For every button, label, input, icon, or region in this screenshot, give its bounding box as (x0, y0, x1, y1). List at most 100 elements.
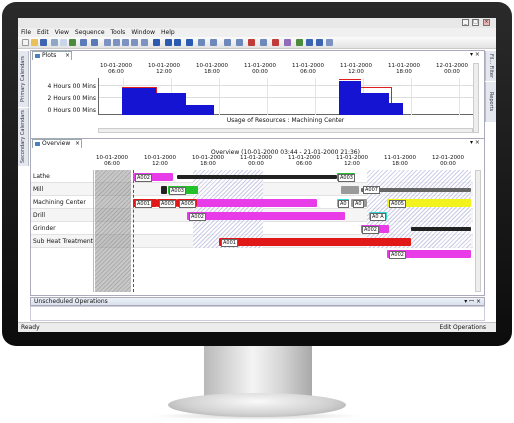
close-plots-icon[interactable]: × (65, 52, 70, 60)
overview-timeline: 10-01-2000 06:00 10-01-2000 12:00 10-01-20… (94, 155, 469, 169)
title-bar: _ □ × (18, 18, 496, 28)
hatched-period (193, 170, 263, 248)
chart-icon[interactable] (186, 39, 193, 46)
app-window: _ □ × File Edit View Sequence Tools Wind… (18, 18, 496, 332)
resource-label-mill[interactable]: Mill (33, 186, 43, 193)
operation-bar[interactable] (161, 186, 167, 194)
report-icon[interactable] (316, 39, 323, 46)
capacity-line (339, 79, 361, 80)
unscheduled-list (30, 306, 485, 321)
overview-tick: 11-01-2000 00:00 (240, 155, 272, 167)
unscheduled-operations-panel[interactable]: Unscheduled Operations ▾ ꟷ × (30, 297, 485, 306)
status-bar: Ready Edit Operations (18, 322, 496, 332)
list-icon[interactable] (131, 39, 138, 46)
gantt-icon[interactable] (248, 39, 255, 46)
hatched-period (367, 170, 471, 248)
plots-tick: 10-01-2000 12:00 (148, 63, 180, 75)
usage-bar (339, 81, 361, 115)
redo-icon[interactable] (91, 39, 98, 46)
overview-vertical-scrollbar[interactable] (475, 170, 481, 292)
overview-icon (35, 142, 40, 146)
menu-tools[interactable]: Tools (111, 29, 126, 36)
toolbar (18, 37, 496, 49)
resource-label-machining-center[interactable]: Machining Center (33, 199, 86, 206)
binoculars-icon[interactable] (153, 39, 160, 46)
secondary-calendars-tab[interactable]: Secondary Calendars (18, 108, 29, 166)
sort-icon[interactable] (224, 39, 231, 46)
arrange-icon[interactable] (198, 39, 205, 46)
loop-icon[interactable] (284, 39, 291, 46)
new-icon[interactable] (22, 39, 29, 46)
primary-calendars-tab[interactable]: Primary Calendars (18, 51, 29, 107)
arrows-horizontal-icon[interactable] (210, 39, 217, 46)
plot-icon (35, 54, 40, 58)
non-working-region (95, 170, 131, 292)
plot-y-label: 0 Hours 00 Mins (47, 107, 96, 114)
menu-view[interactable]: View (55, 29, 69, 36)
operation-bar[interactable] (197, 199, 317, 207)
menu-file[interactable]: File (21, 29, 31, 36)
maximize-button[interactable]: □ (472, 19, 479, 26)
operation-label: A007 (363, 186, 380, 194)
operation-label: A005 (179, 200, 196, 208)
overview-tick: 12-01-2000 00:00 (432, 155, 464, 167)
undo-icon[interactable] (80, 39, 87, 46)
tab-overview[interactable]: Overview × (32, 139, 82, 148)
resource-label-grinder[interactable]: Grinder (33, 225, 56, 232)
tab-plots[interactable]: Plots × (32, 51, 72, 60)
operation-label: A003 (169, 187, 186, 195)
monitor-stand-neck (204, 346, 312, 396)
schedule-icon[interactable] (272, 39, 279, 46)
table-icon[interactable] (122, 39, 129, 46)
calendar-icon[interactable] (306, 39, 313, 46)
operation-label: A002 (389, 251, 406, 259)
grid-icon[interactable] (104, 39, 111, 46)
zoom-icon[interactable] (174, 39, 181, 46)
menu-window[interactable]: Window (131, 29, 155, 36)
menu-sequence[interactable]: Sequence (75, 29, 105, 36)
help-circle-icon[interactable] (165, 39, 172, 46)
gridline (315, 78, 316, 115)
operation-bar[interactable] (187, 212, 345, 220)
operation-bar[interactable] (177, 175, 337, 179)
plots-tick: 10-01-2000 18:00 (196, 63, 228, 75)
link-icon[interactable] (260, 39, 267, 46)
operation-bar[interactable] (411, 227, 471, 231)
unscheduled-controls-icon[interactable]: ▾ ꟷ × (464, 298, 481, 305)
plots-horizontal-scrollbar[interactable] (98, 128, 473, 133)
close-overview-icon[interactable]: × (75, 140, 80, 148)
plots-pane-menu-icon[interactable]: ▾ × (470, 51, 480, 58)
print-icon[interactable] (51, 39, 58, 46)
overview-pane-menu-icon[interactable]: ▾ × (470, 139, 480, 146)
overview-tick: 10-01-2000 18:00 (192, 155, 224, 167)
columns-icon[interactable] (141, 39, 148, 46)
resource-label-drill[interactable]: Drill (33, 212, 45, 219)
resource-label-lathe[interactable]: Lathe (33, 173, 50, 180)
preview-icon[interactable] (60, 39, 67, 46)
resource-label-sub-heat-treatment[interactable]: Sub Heat Treatment (33, 238, 93, 245)
minimize-button[interactable]: _ (462, 19, 469, 26)
open-folder-icon[interactable] (31, 39, 38, 46)
plots-tick: 10-01-2000 06:00 (100, 63, 132, 75)
plots-vertical-scrollbar[interactable] (473, 63, 479, 133)
window-icon[interactable] (326, 39, 333, 46)
capacity-line (361, 87, 391, 88)
operation-label: A002 (362, 226, 379, 234)
menu-edit[interactable]: Edit (37, 29, 49, 36)
grid-view-icon[interactable] (113, 39, 120, 46)
operation-bar[interactable] (219, 238, 411, 246)
status-text: Ready (21, 324, 40, 331)
filter-tab[interactable]: Fil... Filter (485, 51, 496, 81)
capacity-line (122, 87, 156, 88)
close-button[interactable]: × (483, 19, 490, 26)
monitor-stand-base (168, 393, 346, 417)
operation-label: A002 (189, 213, 206, 221)
overview-tick: 10-01-2000 12:00 (144, 155, 176, 167)
menu-help[interactable]: Help (161, 29, 175, 36)
save-icon[interactable] (40, 39, 47, 46)
operation-bar[interactable] (341, 186, 359, 194)
reports-tab[interactable]: Reports (485, 82, 496, 122)
approve-icon[interactable] (296, 39, 303, 46)
split-icon[interactable] (236, 39, 243, 46)
check-icon[interactable] (69, 39, 76, 46)
